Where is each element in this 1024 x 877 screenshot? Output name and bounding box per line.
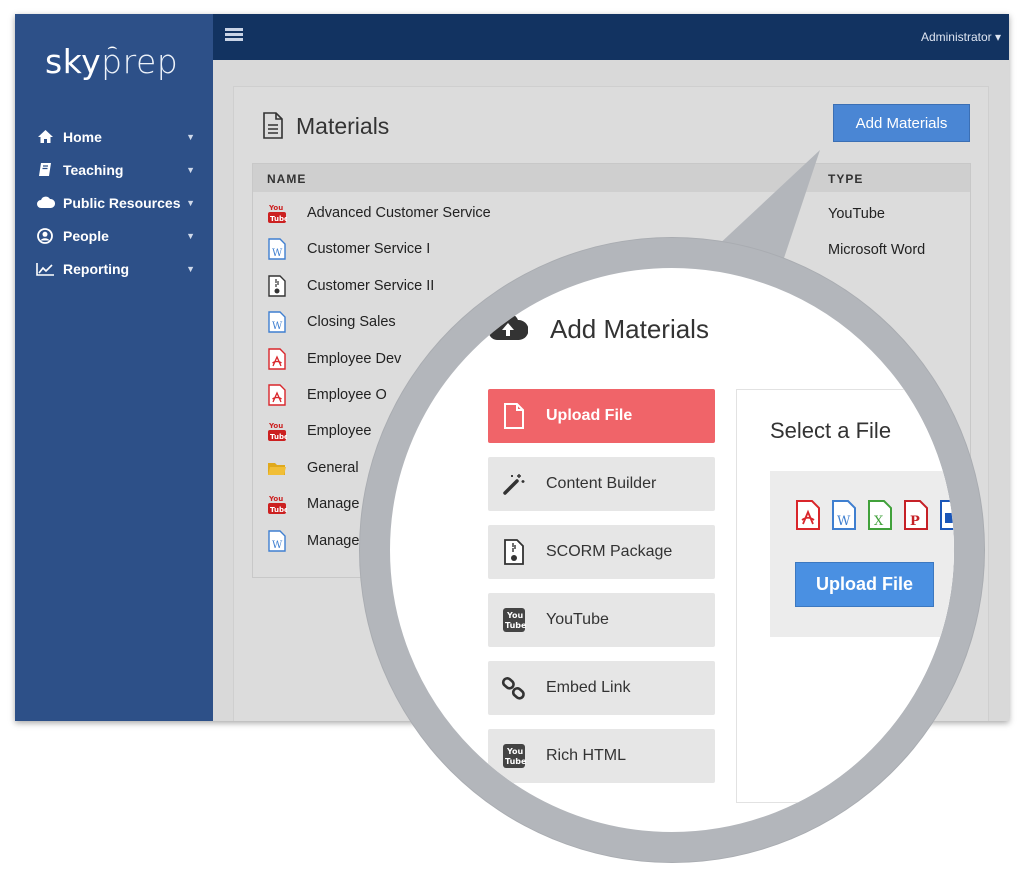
magnifier-lens: Add Materials Upload File Content Builder…	[360, 238, 984, 862]
link-icon	[500, 675, 528, 701]
svg-text:W: W	[837, 514, 851, 529]
option-label: Upload File	[546, 407, 633, 424]
svg-text:Tube: Tube	[505, 621, 526, 630]
svg-text:You: You	[506, 747, 524, 756]
option-label: YouTube	[546, 611, 609, 628]
option-label: Embed Link	[546, 679, 631, 696]
option-label: Content Builder	[546, 475, 657, 492]
magic-wand-icon	[500, 472, 528, 496]
zip-file-icon	[500, 539, 528, 565]
select-file-title: Select a File	[770, 418, 892, 443]
modal-title: Add Materials	[550, 314, 709, 344]
pdf-icon	[795, 500, 821, 535]
option-rich-html[interactable]: You Tube Rich HTML	[488, 729, 715, 783]
powerpoint-icon: P	[903, 500, 929, 535]
upload-file-button[interactable]: Upload File	[795, 562, 934, 607]
svg-text:X: X	[874, 514, 884, 529]
word-icon: W	[831, 500, 857, 535]
add-materials-header: Add Materials	[488, 313, 709, 346]
option-youtube[interactable]: You Tube YouTube	[488, 593, 715, 647]
cloud-upload-icon	[488, 313, 529, 346]
file-drop-zone[interactable]	[770, 471, 954, 637]
svg-text:You: You	[506, 611, 524, 620]
option-upload-file[interactable]: Upload File	[488, 389, 715, 443]
file-type-icons: W X P	[795, 500, 954, 535]
file-icon	[500, 403, 528, 429]
youtube-icon: You Tube	[500, 743, 528, 769]
option-content-builder[interactable]: Content Builder	[488, 457, 715, 511]
video-icon	[939, 500, 954, 535]
excel-icon: X	[867, 500, 893, 535]
option-label: SCORM Package	[546, 543, 673, 560]
option-scorm-package[interactable]: SCORM Package	[488, 525, 715, 579]
option-label: Rich HTML	[546, 747, 627, 764]
youtube-icon: You Tube	[500, 607, 528, 633]
svg-text:Tube: Tube	[505, 757, 526, 766]
option-embed-link[interactable]: Embed Link	[488, 661, 715, 715]
svg-text:P: P	[910, 514, 920, 529]
